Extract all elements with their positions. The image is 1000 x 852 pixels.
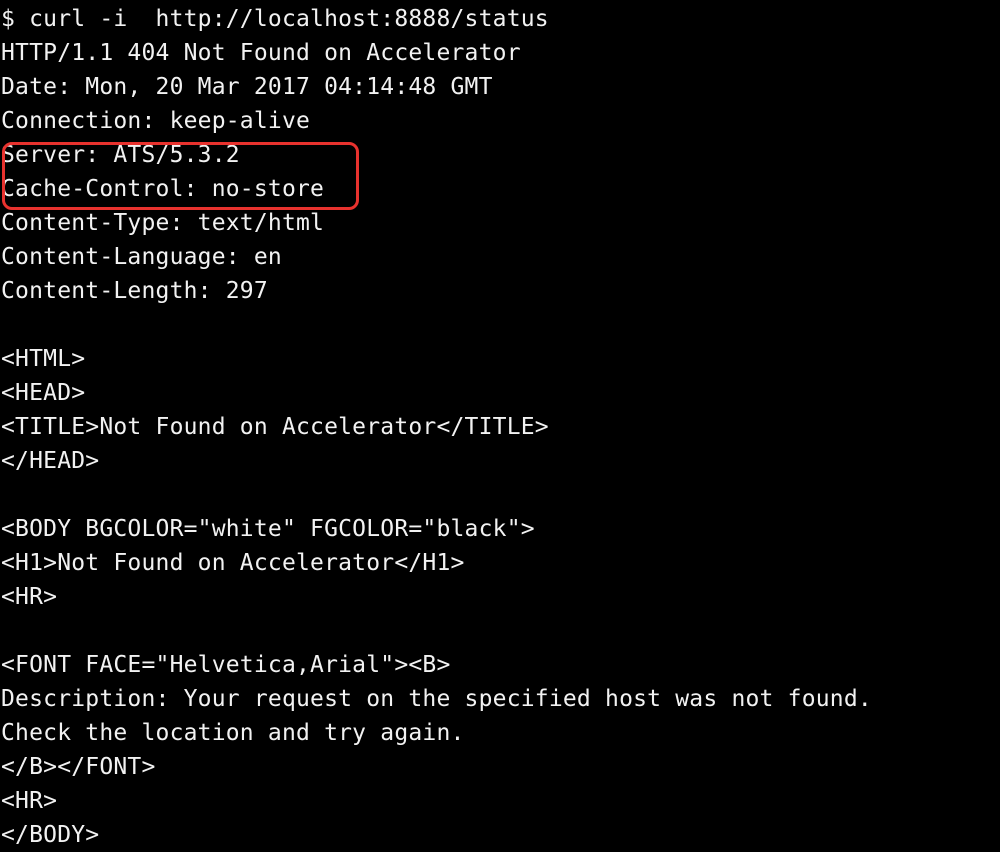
terminal-line-hr: <HR>	[1, 584, 58, 610]
terminal-line-hr: <HR>	[1, 788, 58, 814]
terminal-line-date: Date: Mon, 20 Mar 2017 04:14:48 GMT	[1, 74, 493, 100]
terminal-line-command: $ curl -i http://localhost:8888/status	[1, 6, 549, 32]
terminal-line-connection: Connection: keep-alive	[1, 108, 311, 134]
highlight-annotation-box	[2, 142, 359, 210]
terminal-line-status: HTTP/1.1 404 Not Found on Accelerator	[1, 40, 521, 66]
terminal-line-head-close: </HEAD>	[1, 448, 100, 474]
terminal-line-h1: <H1>Not Found on Accelerator</H1>	[1, 550, 465, 576]
terminal-line-body-close: </BODY>	[1, 822, 100, 848]
terminal-line-font-close: </B></FONT>	[1, 754, 156, 780]
terminal-line-content-language: Content-Language: en	[1, 244, 282, 270]
terminal-line-content-type: Content-Type: text/html	[1, 210, 325, 236]
terminal-window[interactable]: $ curl -i http://localhost:8888/status H…	[0, 0, 1000, 852]
terminal-line-title: <TITLE>Not Found on Accelerator</TITLE>	[1, 414, 549, 440]
terminal-line-check-location: Check the location and try again.	[1, 720, 465, 746]
terminal-line-font-open: <FONT FACE="Helvetica,Arial"><B>	[1, 652, 451, 678]
terminal-line-html-open: <HTML>	[1, 346, 86, 372]
terminal-line-head-open: <HEAD>	[1, 380, 86, 406]
terminal-line-content-length: Content-Length: 297	[1, 278, 268, 304]
terminal-line-body-open: <BODY BGCOLOR="white" FGCOLOR="black">	[1, 516, 535, 542]
terminal-line-description: Description: Your request on the specifi…	[1, 686, 872, 712]
